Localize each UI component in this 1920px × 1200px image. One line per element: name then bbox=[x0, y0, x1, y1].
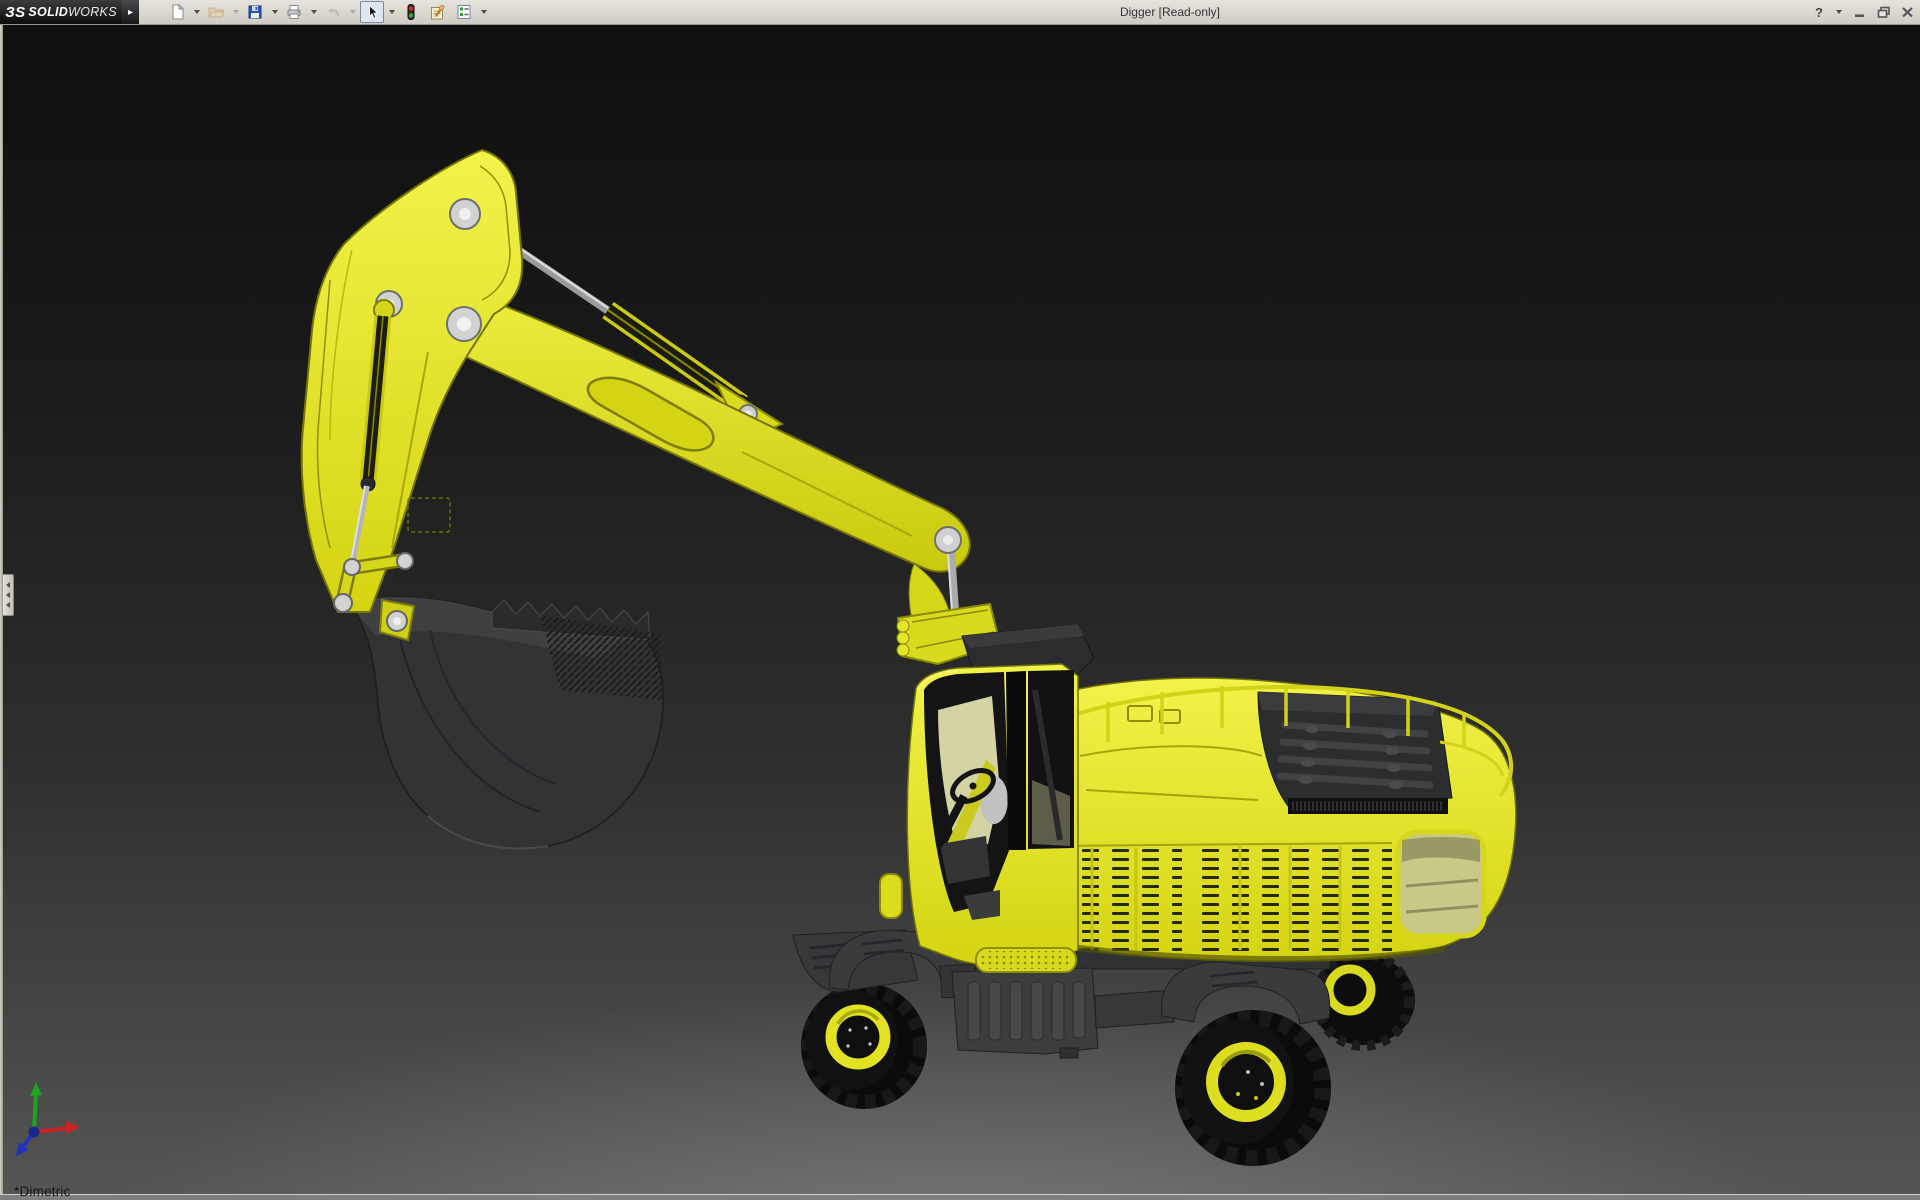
open-document-button[interactable] bbox=[204, 1, 228, 23]
edit-note-icon bbox=[431, 5, 445, 20]
close-icon bbox=[1902, 7, 1913, 18]
boom-plate bbox=[300, 148, 524, 613]
save-button[interactable] bbox=[243, 1, 267, 23]
cab[interactable] bbox=[879, 663, 1079, 973]
menu-expand-button[interactable]: ▸ bbox=[122, 0, 139, 24]
undo-dropdown-arrow[interactable] bbox=[350, 10, 356, 14]
wheel-rear-right[interactable] bbox=[1175, 1010, 1331, 1166]
view-orientation-status: *Dimetric bbox=[14, 1184, 71, 1199]
options-dropdown-arrow[interactable] bbox=[481, 10, 487, 14]
appearance-stoplight-button[interactable] bbox=[399, 1, 423, 23]
new-document-button[interactable] bbox=[165, 1, 189, 23]
stoplight-icon bbox=[407, 4, 415, 20]
edit-note-button[interactable] bbox=[425, 1, 450, 23]
checklist-icon bbox=[457, 5, 471, 19]
print-button[interactable] bbox=[282, 1, 306, 23]
title-bar: ЗS SOLID WORKS ▸ Digger [Read-only] ? bbox=[0, 0, 1920, 25]
open-dropdown-arrow[interactable] bbox=[233, 10, 239, 14]
brand-mark: ЗS bbox=[5, 3, 26, 21]
restore-button[interactable] bbox=[1877, 6, 1891, 18]
y-axis bbox=[32, 1091, 38, 1133]
print-icon bbox=[287, 5, 301, 19]
solidworks-logo: ЗS SOLID WORKS bbox=[0, 0, 122, 24]
help-dropdown-arrow[interactable] bbox=[1836, 10, 1842, 14]
window-controls: ? bbox=[1815, 0, 1914, 24]
digger-3d-model[interactable] bbox=[0, 24, 1920, 1200]
boom-assembly[interactable] bbox=[300, 148, 971, 643]
collapse-arrow-icon bbox=[6, 582, 10, 588]
solidworks-window: ЗS SOLID WORKS ▸ Digger [Read-only] ? *D… bbox=[0, 0, 1920, 1200]
brand-bold: SOLID bbox=[28, 5, 69, 19]
main-toolbar bbox=[165, 1, 489, 23]
collapse-arrow-icon bbox=[6, 592, 10, 598]
select-tool-button[interactable] bbox=[360, 1, 384, 23]
restore-icon bbox=[1877, 6, 1890, 18]
save-dropdown-arrow[interactable] bbox=[272, 10, 278, 14]
save-floppy-icon bbox=[248, 5, 262, 19]
minimize-button[interactable] bbox=[1854, 6, 1867, 18]
help-button[interactable]: ? bbox=[1815, 5, 1823, 20]
open-folder-icon bbox=[208, 7, 225, 18]
cab-pillar bbox=[1006, 671, 1026, 850]
select-dropdown-arrow[interactable] bbox=[389, 10, 395, 14]
window-title: Digger [Read-only] bbox=[1119, 5, 1221, 19]
undo-button[interactable] bbox=[321, 1, 345, 23]
cab-mirror bbox=[879, 873, 903, 919]
rear-window bbox=[1395, 829, 1487, 939]
upper-body[interactable] bbox=[1037, 677, 1517, 963]
options-checklist-button[interactable] bbox=[452, 1, 476, 23]
side-vents bbox=[1047, 842, 1393, 952]
new-dropdown-arrow[interactable] bbox=[194, 10, 200, 14]
select-cursor-icon bbox=[369, 4, 379, 19]
feature-panel-collapse-tab[interactable] bbox=[3, 574, 14, 616]
print-dropdown-arrow[interactable] bbox=[311, 10, 317, 14]
new-document-icon bbox=[172, 3, 185, 20]
wheel-front-left[interactable] bbox=[801, 983, 927, 1109]
brand-light: WORKS bbox=[68, 5, 117, 19]
viewport-bottom-frame bbox=[0, 1194, 1920, 1200]
orientation-triad bbox=[16, 1082, 80, 1156]
undo-arrow-icon bbox=[328, 8, 340, 17]
close-button[interactable] bbox=[1901, 6, 1914, 18]
minimize-icon bbox=[1855, 14, 1864, 17]
collapse-arrow-icon bbox=[6, 602, 10, 608]
